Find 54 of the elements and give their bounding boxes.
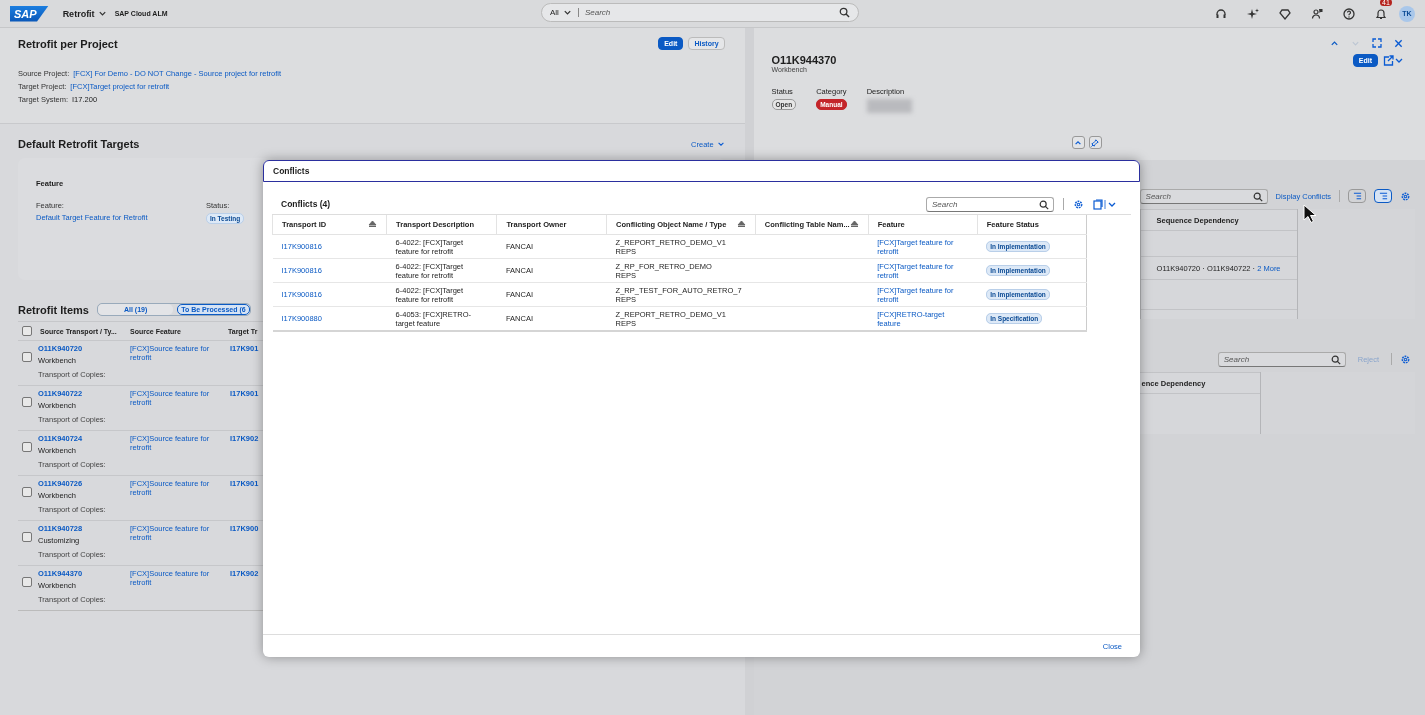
help-icon[interactable] xyxy=(1343,7,1355,20)
collapse-button[interactable] xyxy=(1071,136,1085,149)
object-title: O11K944370 xyxy=(771,54,837,66)
export-menu-icon[interactable] xyxy=(1093,198,1117,210)
row-checkbox[interactable] xyxy=(22,532,32,542)
logo[interactable]: SAP xyxy=(10,5,49,22)
view-toggle[interactable] xyxy=(1374,189,1392,203)
fullscreen-icon[interactable] xyxy=(1372,38,1382,48)
search-field[interactable]: Search xyxy=(1140,189,1267,203)
blurred-value xyxy=(866,99,912,113)
search-field[interactable]: Search xyxy=(1218,352,1345,366)
close-icon[interactable] xyxy=(1394,38,1403,48)
view-toggle[interactable] xyxy=(1348,189,1366,203)
mouse-cursor-icon xyxy=(1303,204,1317,224)
table-title: Conflicts (4) xyxy=(281,199,331,209)
section-title: Retrofit Items xyxy=(18,303,89,316)
scope-select[interactable]: All xyxy=(550,8,579,17)
person-chat-icon[interactable] xyxy=(1311,7,1323,20)
diamond-icon[interactable] xyxy=(1279,7,1291,20)
dialog-title: Conflicts xyxy=(273,166,310,176)
row-checkbox[interactable] xyxy=(22,577,32,587)
search-icon[interactable] xyxy=(1252,191,1263,202)
pin-button[interactable] xyxy=(1088,136,1102,149)
settings-icon[interactable] xyxy=(1400,190,1411,202)
pin-icon xyxy=(1091,138,1100,147)
row-checkbox[interactable] xyxy=(22,397,32,407)
row-checkbox[interactable] xyxy=(22,352,32,362)
sort-icon[interactable] xyxy=(736,221,746,228)
search-field[interactable]: All Search xyxy=(541,3,859,22)
settings-icon[interactable] xyxy=(1400,353,1411,365)
row-checkbox[interactable] xyxy=(22,487,32,497)
sort-icon[interactable] xyxy=(368,221,378,228)
headset-icon[interactable] xyxy=(1215,7,1227,20)
search-icon[interactable] xyxy=(1330,354,1341,365)
chevron-up-icon[interactable] xyxy=(1330,38,1339,48)
app-menu[interactable]: Retrofit xyxy=(56,8,107,19)
search-field[interactable]: Search xyxy=(927,197,1053,211)
section-title: Default Retrofit Targets xyxy=(18,138,140,150)
caret-icon xyxy=(716,140,725,148)
search-icon[interactable] xyxy=(1039,199,1049,210)
select-all-checkbox[interactable] xyxy=(22,326,32,336)
list-icon xyxy=(1378,192,1388,200)
settings-icon[interactable] xyxy=(1073,198,1084,210)
row-checkbox[interactable] xyxy=(22,442,32,452)
caret-icon xyxy=(97,9,107,18)
share-menu-icon[interactable] xyxy=(1383,55,1403,66)
chevron-up-icon xyxy=(1074,138,1083,147)
list-icon xyxy=(1352,192,1362,200)
bell-icon[interactable] xyxy=(1375,7,1387,20)
caret-icon xyxy=(562,8,572,17)
search-icon[interactable] xyxy=(839,7,850,18)
page-title: Retrofit per Project xyxy=(18,37,118,50)
sparkle-icon[interactable] xyxy=(1247,7,1259,20)
sort-icon[interactable] xyxy=(849,221,859,228)
